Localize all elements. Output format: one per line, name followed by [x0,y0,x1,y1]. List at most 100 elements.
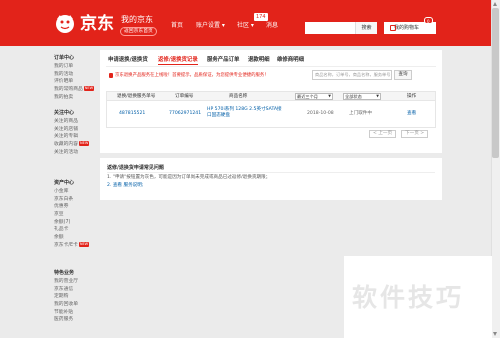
faq-divider [107,172,435,173]
faq-title: 返修/退换货申请常见问题 [107,165,164,171]
sidebar-item-label: 节能补贴 [54,309,74,315]
sidebar-item-followed-albums[interactable]: 关注的专辑 [54,133,94,141]
myjd-title[interactable]: 我的京东 [121,15,153,25]
sidebar-item-label: 评价晒单 [54,79,74,85]
jd-logo[interactable]: 京东 [54,13,114,37]
back-home-link[interactable]: 返回京东首页 [120,27,157,36]
sidebar-item-saved-content[interactable]: 收藏的内容 NEW [54,141,94,149]
sidebar-item-gift-card[interactable]: 礼品卡 [54,226,94,234]
table-row: 487815521 77062971241 HP 570i系列 128G 2.5… [106,101,436,128]
sidebar-item-followed-activities[interactable]: 关注的活动 [54,149,94,157]
sidebar-item-label: 我的拍卖 [54,94,74,100]
new-tag: NEW [83,86,95,92]
nav-home[interactable]: 首页 [171,22,183,30]
sidebar-item-frequent-goods[interactable]: 我的常购商品 NEW [54,86,95,94]
apply-time: 2018-10-08 [307,111,334,116]
sidebar-group-title: 资产中心 [54,180,75,186]
sidebar-item-followed-goods[interactable]: 关注的商品 [54,118,94,126]
time-filter-value: 最近三个月 [297,94,318,99]
cart-icon [390,25,396,31]
sidebar-item-reviews[interactable]: 评价晒单 [54,78,94,86]
sidebar-item-label: 关注的活动 [54,149,78,155]
sidebar-item-label: 优惠券 [54,204,69,210]
returns-panel: 申请退换/退换货 返修/退换货记录 服务产品订单 退款明细 维修商明细 京东退换… [100,50,442,153]
sidebar-item-jd-card[interactable]: 京东卡/E卡 NEW [54,241,94,250]
nav-account-settings[interactable]: 账户设置 ▾ [196,22,225,30]
sidebar-item-recycle-orders[interactable]: 我的回收单 [54,301,94,309]
sidebar-item-energy-subsidy[interactable]: 节能补贴 [54,309,94,317]
new-tag: NEW [78,241,90,247]
sidebar-item-label: 定期购 [54,294,69,300]
chevron-down-icon: ▼ [376,94,379,98]
new-tag: NEW [79,141,90,147]
sidebar-item-coupons[interactable]: 优惠券 [54,203,94,211]
scroll-up-arrow-icon[interactable] [493,2,497,6]
next-page-button[interactable]: 下一页 > [401,130,429,138]
watermark: 软件技巧 [352,283,465,312]
time-filter-select[interactable]: 最近三个月 ▼ [295,93,333,100]
sidebar-item-my-activities[interactable]: 我的活动 [54,71,94,79]
sidebar-item-label: 我的订单 [54,64,74,69]
sidebar-item-subscription[interactable]: 定期购 [54,293,94,301]
status-filter-select[interactable]: 全部状态 ▼ [343,93,381,100]
sidebar-item-label: 京东卡/E卡 [54,242,78,248]
sidebar-item-my-orders[interactable]: 我的订单 [54,63,94,71]
notice-icon [109,73,113,78]
sidebar-group-title: 特色业务 [54,270,75,276]
query-button[interactable]: 查询 [394,70,412,80]
sidebar-item-vault[interactable]: 小金库 [54,188,94,196]
sidebar-item-followed-shops[interactable]: 关注的店铺 [54,126,94,134]
sidebar-item-medical[interactable]: 医药服务 [54,316,94,324]
sidebar-item-balance[interactable]: 余额 [54,234,94,242]
nav-community[interactable]: 社区 ▾ [237,22,254,30]
scroll-down-arrow-icon[interactable] [493,332,497,336]
sidebar-group-title: 关注中心 [54,110,75,116]
header-search-button[interactable]: 搜索 [355,22,377,34]
sidebar-item-auction[interactable]: 我的拍卖 [54,94,94,102]
order-no-link[interactable]: 77062971241 [169,111,201,117]
sidebar-group-title: 订单中心 [54,55,75,61]
nav-messages[interactable]: 消息 [266,22,278,30]
cart-label: 我的购物车 [394,25,420,31]
sidebar-item-business-hall[interactable]: 我的营业厅 [54,278,94,286]
tab-return-records[interactable]: 返修/退换货记录 [158,56,198,65]
sidebar-item-label: 京东白条 [54,196,74,202]
sidebar-item-baitiao[interactable]: 京东白条 [54,196,94,204]
sidebar-item-label: 我的营业厅 [54,279,78,284]
sidebar-group-assets: 资产中心 小金库 京东白条 优惠券 京豆 余额(7) 礼品卡 余额 京东卡/E卡… [54,180,94,250]
th-order-no: 订单编号 [175,94,194,99]
sidebar-item-label: 我的常购商品 [54,87,83,93]
chevron-down-icon: ▼ [328,94,331,98]
faq-item: 1. "申请"按钮置为灰色，可能是因为订单尚未完成或商品已过返修/退换货期限； [107,175,271,180]
order-search-input[interactable]: 商品名称，订单号，商品名称，服务单号 [312,70,392,80]
tab-service-orders[interactable]: 服务产品订单 [207,56,239,64]
sidebar-item-label: 关注的店铺 [54,126,78,132]
product-name-link[interactable]: HP 570i系列 128G 2.5英寸SATA接口固态硬盘 [207,107,282,119]
faq-item-link[interactable]: 2. 查看 服务说明; [107,182,143,189]
th-service-no: 退换/退换服务单号 [117,94,156,99]
sidebar-item-label: 余额(7) [54,219,71,225]
tab-refund-details[interactable]: 退款明细 [248,56,270,64]
view-link[interactable]: 查看 [407,111,416,117]
table-header: 退换/退换服务单号 订单编号 商品名称 最近三个月 ▼ 全部状态 ▼ 操作 [106,91,436,101]
service-status: 上门取件中 [349,111,372,116]
sidebar-item-jingdou[interactable]: 京豆 [54,211,94,219]
th-product: 商品名称 [229,94,248,99]
sidebar-item-label: 小金库 [54,189,69,194]
sidebar-item-label: 我的回收单 [54,302,78,308]
status-filter-value: 全部状态 [345,94,362,99]
service-no-link[interactable]: 487815521 [119,111,145,117]
sidebar-group-features: 特色业务 我的营业厅 京东通信 定期购 我的回收单 节能补贴 医药服务 [54,270,94,324]
th-action: 操作 [407,94,417,99]
tab-apply-return[interactable]: 申请退换/退换货 [108,56,148,64]
sidebar-item-label: 我的活动 [54,71,74,77]
message-count-badge: 174 [254,13,268,21]
prev-page-button[interactable]: < 上一页 [369,130,397,138]
sidebar-item-label: 礼品卡 [54,227,69,233]
sidebar-group-orders: 订单中心 我的订单 我的活动 评价晒单 我的常购商品 NEW 我的拍卖 [54,55,95,102]
sidebar-item-jd-telecom[interactable]: 京东通信 [54,286,94,294]
scrollbar-thumb[interactable] [492,8,499,158]
sidebar-item-label: 关注的专辑 [54,134,78,140]
tab-repair-details[interactable]: 维修商明细 [277,56,304,64]
sidebar-item-balance-count[interactable]: 余额(7) [54,219,94,227]
